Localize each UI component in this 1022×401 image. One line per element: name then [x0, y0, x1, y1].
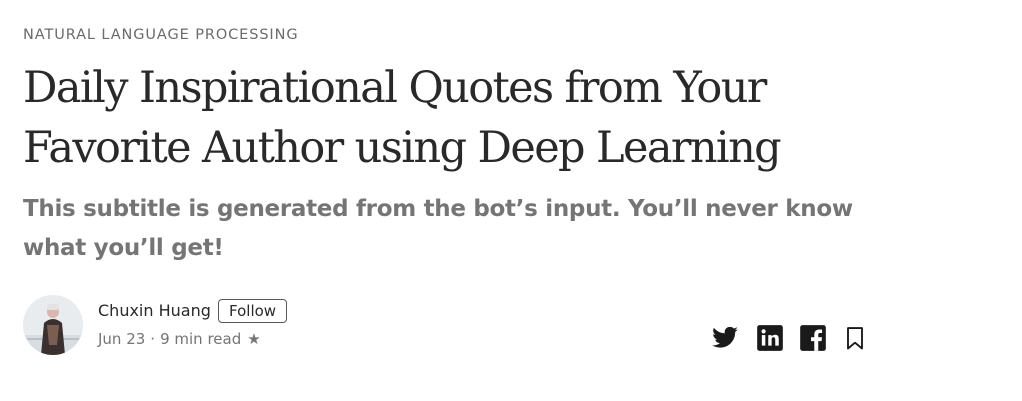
- linkedin-icon[interactable]: [756, 324, 784, 352]
- article-subtitle: This subtitle is generated from the bot’…: [23, 196, 853, 261]
- avatar-photo-icon: [23, 295, 83, 355]
- meta-separator: ·: [150, 330, 156, 348]
- article-meta: Jun 23 · 9 min read ★: [98, 329, 261, 349]
- article-kicker[interactable]: NATURAL LANGUAGE PROCESSING: [23, 27, 299, 43]
- facebook-icon[interactable]: [799, 324, 827, 352]
- author-avatar[interactable]: [23, 295, 83, 355]
- twitter-icon[interactable]: [711, 324, 739, 352]
- publish-date[interactable]: Jun 23: [98, 330, 145, 348]
- star-icon: ★: [247, 330, 261, 348]
- read-time: 9 min read: [160, 330, 242, 348]
- follow-button[interactable]: Follow: [218, 299, 288, 323]
- author-name[interactable]: Chuxin Huang: [98, 301, 211, 321]
- bookmark-icon[interactable]: [841, 324, 869, 352]
- article-title: Daily Inspirational Quotes from Your Fav…: [23, 63, 782, 173]
